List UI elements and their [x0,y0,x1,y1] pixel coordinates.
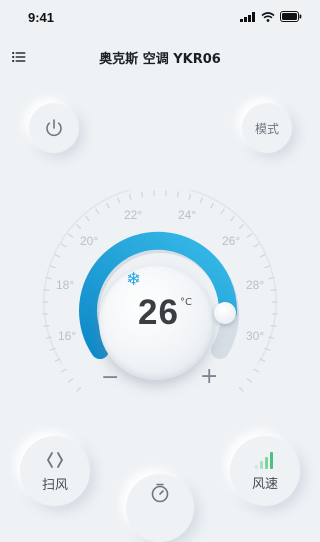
dial-tick [50,266,56,268]
mode-button[interactable]: 模式 [242,103,292,153]
wifi-icon [261,12,275,22]
status-time: 9:41 [28,10,54,25]
dial-tick [68,378,73,382]
dial-tick [221,209,224,214]
dial-tick [43,326,49,327]
dial-tick [55,254,60,257]
dial-tick [239,387,243,391]
dial-tick [254,369,259,372]
status-icons [240,11,302,22]
dial-tick [86,216,90,221]
scale-label-28: 28° [246,278,264,292]
dial-tick [189,194,191,200]
dial-tick [46,337,52,339]
dial-tick [106,203,109,208]
dial-tick [200,198,202,204]
scale-label-24: 24° [178,208,196,222]
dial-tick [118,198,120,204]
dial-tick [129,194,131,200]
dial-tick [254,244,259,247]
dial-tick [265,266,271,268]
dial-tick [211,203,214,208]
cellular-signal-icon [240,12,256,22]
scale-label-16: 16° [58,329,76,343]
dial-tick [260,254,265,257]
battery-icon [280,11,302,22]
timer-icon [149,482,171,504]
fan-speed-button[interactable]: 风速 [230,436,300,506]
scale-label-26: 26° [222,234,240,248]
fan-speed-label: 风速 [252,473,278,492]
scale-label-22: 22° [124,208,142,222]
dial-tick [96,209,99,214]
dial-tick [77,225,81,229]
dial-tick [68,234,73,238]
temperature-unit: °C [180,297,192,308]
dial-tick [239,225,243,229]
status-bar: 9:41 [0,0,320,40]
timer-button[interactable] [126,474,194,542]
temperature-value: 26 [138,293,179,333]
page-title: 奥克斯 空调 YKR06 [0,48,320,67]
increase-temp-button[interactable]: + [200,364,218,389]
dial-tick [77,387,81,391]
fan-speed-bars-icon [254,451,276,469]
dial-tick [178,191,179,197]
dial-tick [247,234,252,238]
dial-tick [61,244,66,247]
temperature-slider-handle[interactable] [214,302,236,324]
decrease-temp-button[interactable]: − [101,365,119,390]
power-icon [43,117,65,139]
dial-tick [142,191,143,197]
dial-tick [247,378,252,382]
scale-label-30: 30° [246,329,264,343]
dial-tick [230,216,234,221]
power-button[interactable] [29,103,79,153]
dial-tick [61,369,66,372]
dial-tick [268,337,274,339]
scale-label-20: 20° [80,234,98,248]
swing-label: 扫风 [42,474,68,493]
snowflake-icon: ❄ [126,269,141,290]
swing-button[interactable]: 扫风 [20,436,90,506]
mode-button-label: 模式 [255,120,279,137]
dial-tick [271,326,277,327]
swing-icon [45,450,65,470]
scale-label-18: 18° [56,278,74,292]
